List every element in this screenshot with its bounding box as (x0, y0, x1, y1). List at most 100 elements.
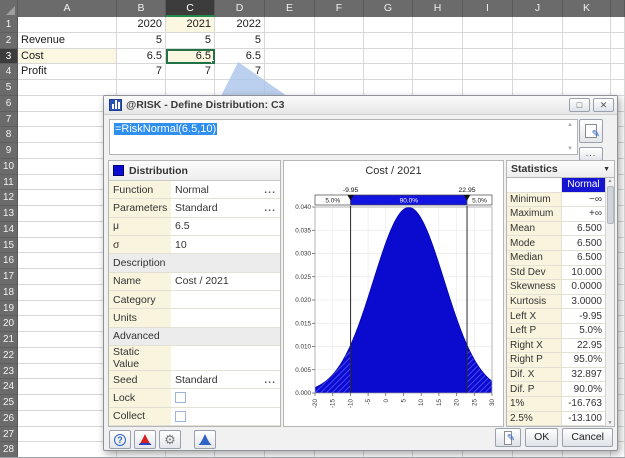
cell-D1[interactable]: 2022 (215, 17, 265, 33)
row-header-22[interactable]: 22 (0, 347, 18, 364)
column-header-J[interactable]: J (513, 0, 563, 17)
cell-D2[interactable]: 5 (215, 32, 265, 49)
cell-G2[interactable] (364, 32, 413, 49)
property-value[interactable]: Cost / 2021 (171, 275, 280, 287)
column-header-partial[interactable] (611, 0, 625, 17)
row-header-12[interactable]: 12 (0, 190, 18, 206)
cell-I5[interactable] (463, 80, 513, 96)
cell-A2[interactable]: Revenue (18, 32, 117, 49)
fill-handle[interactable] (211, 60, 214, 64)
cell-C4[interactable]: 7 (166, 64, 215, 80)
row-header-21[interactable]: 21 (0, 332, 18, 348)
row-header-14[interactable]: 14 (0, 221, 18, 238)
column-header-G[interactable]: G (364, 0, 413, 17)
row-header-27[interactable]: 27 (0, 426, 18, 443)
cancel-button[interactable]: Cancel (562, 428, 613, 447)
cell-H3[interactable] (413, 48, 463, 65)
cell-J3[interactable] (513, 48, 563, 65)
cell-I4[interactable] (463, 64, 513, 80)
row-header-10[interactable]: 10 (0, 158, 18, 175)
cell-H4[interactable] (413, 64, 463, 80)
row-header-11[interactable]: 11 (0, 174, 18, 191)
cell-partial[interactable] (611, 17, 625, 33)
row-header-16[interactable]: 16 (0, 253, 18, 269)
column-header-E[interactable]: E (265, 0, 315, 17)
column-header-C[interactable]: C (166, 0, 215, 17)
cell-H5[interactable] (413, 80, 463, 96)
close-icon[interactable]: ✕ (593, 98, 614, 112)
distribution-palette-button[interactable] (194, 430, 216, 449)
property-value[interactable]: 6.5 (171, 220, 280, 232)
cell-B5[interactable] (117, 80, 166, 96)
cell-K5[interactable] (563, 80, 611, 96)
row-header-7[interactable]: 7 (0, 111, 18, 128)
row-header-3[interactable]: 3 (0, 48, 18, 65)
row-header-25[interactable]: 25 (0, 395, 18, 411)
cell-I2[interactable] (463, 32, 513, 49)
collect-checkbox[interactable] (175, 410, 186, 422)
property-value[interactable] (171, 410, 280, 422)
cell-G1[interactable] (364, 17, 413, 33)
cell-J4[interactable] (513, 64, 563, 80)
fit-distribution-button[interactable] (134, 430, 156, 449)
cell-B2[interactable]: 5 (117, 32, 166, 49)
cell-B4[interactable]: 7 (117, 64, 166, 80)
cell-A4[interactable]: Profit (18, 64, 117, 80)
row-header-6[interactable]: 6 (0, 95, 18, 112)
formula-edit-button[interactable] (579, 119, 603, 143)
cell-H1[interactable] (413, 17, 463, 33)
row-header-17[interactable]: 17 (0, 269, 18, 285)
property-value[interactable]: Normal (171, 184, 264, 196)
scroll-up-icon[interactable]: ▲ (567, 122, 573, 128)
cell-A5[interactable] (18, 80, 117, 96)
cell-K4[interactable] (563, 64, 611, 80)
cell-F3[interactable] (315, 48, 364, 65)
formula-input[interactable]: =RiskNormal(6.5,10) ▲ ▼ (109, 119, 578, 155)
cell-K2[interactable] (563, 32, 611, 49)
row-header-28[interactable]: 28 (0, 442, 18, 457)
formula-scrollbar[interactable]: ▲ ▼ (565, 122, 575, 152)
row-header-26[interactable]: 26 (0, 410, 18, 427)
cell-J5[interactable] (513, 80, 563, 96)
cell-E2[interactable] (265, 32, 315, 49)
cell-E3[interactable] (265, 48, 315, 65)
cell-partial[interactable] (611, 32, 625, 49)
scroll-down-icon[interactable]: ▼ (608, 420, 613, 426)
more-options-button[interactable]: ... (579, 147, 603, 161)
scrollbar-thumb[interactable] (606, 186, 614, 224)
row-header-8[interactable]: 8 (0, 127, 18, 143)
maximize-icon[interactable]: □ (569, 98, 590, 112)
cell-G5[interactable] (364, 80, 413, 96)
more-options-icon[interactable]: ... (264, 184, 280, 196)
column-header-D[interactable]: D (215, 0, 265, 17)
row-header-19[interactable]: 19 (0, 300, 18, 317)
row-header-20[interactable]: 20 (0, 316, 18, 332)
column-header-F[interactable]: F (315, 0, 364, 17)
row-header-1[interactable]: 1 (0, 17, 18, 33)
property-value[interactable]: 10 (171, 239, 280, 251)
cell-C1[interactable]: 2021 (166, 17, 215, 33)
row-header-15[interactable]: 15 (0, 237, 18, 254)
cell-J1[interactable] (513, 17, 563, 33)
property-value[interactable] (171, 392, 280, 404)
cell-I1[interactable] (463, 17, 513, 33)
cell-B1[interactable]: 2020 (117, 17, 166, 33)
cell-C5[interactable] (166, 80, 215, 96)
property-value[interactable]: Standard (171, 374, 264, 386)
cell-partial[interactable] (611, 80, 625, 96)
more-options-icon[interactable]: ... (264, 202, 280, 214)
row-header-2[interactable]: 2 (0, 32, 18, 49)
help-button[interactable]: ? (109, 430, 131, 449)
row-header-24[interactable]: 24 (0, 379, 18, 395)
statistics-header[interactable]: Statistics ▼ (507, 161, 614, 178)
cell-D3[interactable]: 6.5 (215, 48, 265, 65)
cell-A3[interactable]: Cost (18, 48, 117, 65)
scroll-up-icon[interactable]: ▲ (608, 178, 613, 184)
cell-C2[interactable]: 5 (166, 32, 215, 49)
row-header-23[interactable]: 23 (0, 363, 18, 380)
statistics-scrollbar[interactable]: ▲ ▼ (605, 178, 614, 426)
cell-F4[interactable] (315, 64, 364, 80)
column-header-B[interactable]: B (117, 0, 166, 17)
lock-checkbox[interactable] (175, 392, 186, 404)
row-header-4[interactable]: 4 (0, 64, 18, 80)
